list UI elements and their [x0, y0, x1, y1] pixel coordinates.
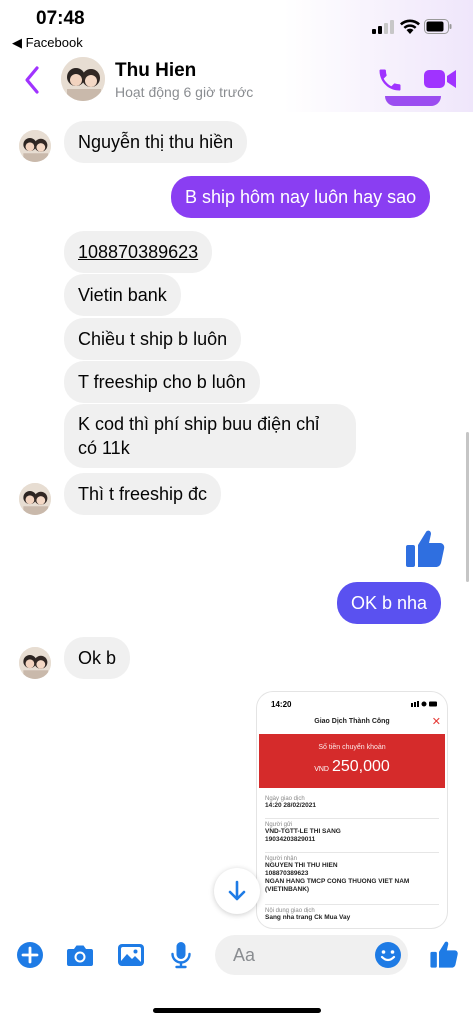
- incoming-message-account-number[interactable]: 108870389623: [64, 231, 213, 273]
- close-icon: ✕: [431, 716, 441, 728]
- receipt-status-icons: [411, 701, 437, 707]
- incoming-message[interactable]: Thì t freeship đc: [64, 473, 222, 515]
- cellular-signal-icon: [372, 20, 394, 34]
- receipt-receiver-row: Người nhận NGUYEN THI THU HIEN 108870389…: [265, 856, 439, 894]
- receipt-time: 14:20: [271, 700, 292, 709]
- receipt-title: Giao Dịch Thành Công: [314, 718, 390, 725]
- avatar-photo: [19, 483, 51, 515]
- field-value: VND-TGTT-LE THI SANG: [265, 828, 341, 835]
- wifi-icon: [400, 19, 420, 34]
- currency: VND: [314, 766, 329, 773]
- thumbs-up-icon[interactable]: [404, 527, 446, 569]
- microphone-icon[interactable]: [166, 940, 196, 970]
- incoming-message[interactable]: K cod thì phí ship buu điện chỉ có 11k: [64, 404, 356, 468]
- outgoing-message[interactable]: B ship hôm nay luôn hay sao: [171, 176, 431, 218]
- arrow-down-icon: [228, 880, 246, 901]
- receipt-sender-row: Người gửi VND-TGTT-LE THI SANG 190342038…: [265, 822, 439, 844]
- message-avatar: [19, 483, 51, 515]
- plus-circle-icon[interactable]: [15, 940, 45, 970]
- back-to-app-link[interactable]: ◀ Facebook: [12, 35, 83, 51]
- amount-label: Số tiền chuyển khoản: [318, 744, 386, 751]
- phone-call-icon[interactable]: [376, 66, 404, 94]
- avatar-photo: [19, 647, 51, 679]
- receipt-date-row: Ngày giao dịch 14:20 28/02/2021: [265, 796, 439, 810]
- incoming-message[interactable]: Chiều t ship b luôn: [64, 318, 242, 360]
- amount-value: VND 250,000: [259, 758, 445, 776]
- video-call-icon[interactable]: [423, 66, 457, 92]
- outgoing-message[interactable]: OK b nha: [337, 582, 442, 624]
- like-button-icon[interactable]: [429, 939, 459, 969]
- field-value: Sang nha trang Ck Mua Vay: [265, 914, 351, 921]
- field-value: 19034203829011: [265, 836, 316, 843]
- incoming-message[interactable]: Ok b: [64, 637, 131, 679]
- field-value: NGAN HANG TMCP CONG THUONG VIET NAM: [265, 878, 410, 885]
- emoji-icon[interactable]: [374, 941, 402, 969]
- receipt-content-row: Nội dung giao dịch Sang nha trang Ck Mua…: [265, 908, 439, 922]
- scroll-to-bottom-button[interactable]: [214, 868, 260, 914]
- divider: [265, 852, 439, 853]
- status-time: 07:48: [36, 8, 85, 29]
- message-avatar: [19, 130, 51, 162]
- field-value: 14:20 28/02/2021: [265, 802, 316, 809]
- camera-icon[interactable]: [65, 940, 95, 970]
- contact-active-status: Hoạt động 6 giờ trước: [115, 84, 254, 100]
- incoming-message[interactable]: Nguyễn thị thu hiền: [64, 121, 248, 163]
- divider: [265, 904, 439, 905]
- message-line: có 11k: [78, 438, 130, 458]
- back-chevron-icon[interactable]: [22, 64, 42, 96]
- scrollbar[interactable]: [466, 432, 469, 582]
- message-input-placeholder: Aa: [233, 945, 256, 965]
- home-indicator: [153, 1008, 321, 1013]
- contact-name[interactable]: Thu Hien: [115, 60, 196, 82]
- message-line: K cod thì phí ship buu điện chỉ: [78, 414, 320, 434]
- divider: [265, 818, 439, 819]
- amount: 250,000: [331, 758, 390, 775]
- avatar-photo: [19, 130, 51, 162]
- field-value: 108870389623: [265, 870, 309, 877]
- avatar-photo: [61, 57, 105, 101]
- field-value: NGUYEN THI THU HIEN: [265, 862, 338, 869]
- previous-sent-bubble: [385, 96, 441, 106]
- battery-icon: [424, 19, 452, 34]
- contact-avatar[interactable]: [61, 57, 105, 101]
- field-value: (VIETINBANK): [265, 886, 310, 893]
- incoming-message[interactable]: Vietin bank: [64, 274, 181, 316]
- transfer-receipt-image[interactable]: 14:20 Giao Dịch Thành Công ✕ Số tiền chu…: [257, 692, 447, 928]
- amount-banner: Số tiền chuyển khoản VND 250,000: [259, 734, 445, 788]
- incoming-message[interactable]: T freeship cho b luôn: [64, 361, 260, 403]
- message-avatar: [19, 647, 51, 679]
- gallery-icon[interactable]: [116, 940, 146, 970]
